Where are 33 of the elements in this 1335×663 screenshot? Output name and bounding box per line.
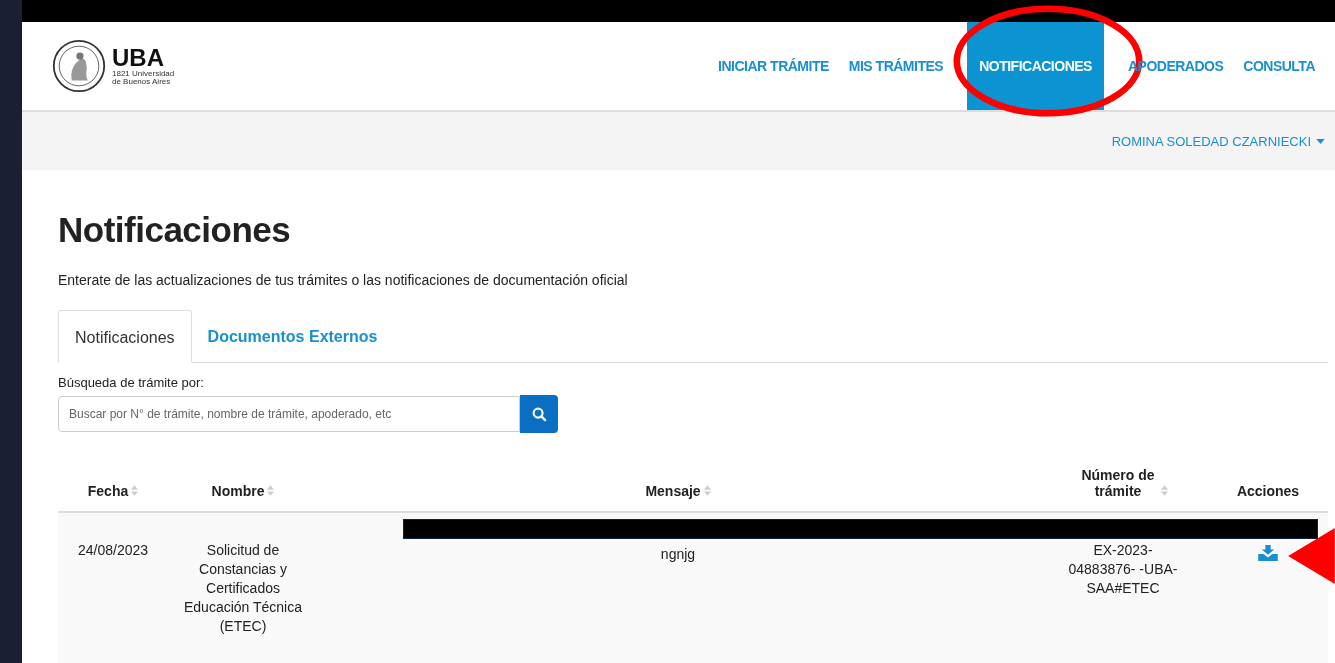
sort-icon[interactable]	[703, 485, 711, 496]
nav-link[interactable]: MIS TRÁMITES	[838, 22, 954, 110]
sort-icon[interactable]	[267, 485, 275, 496]
tab[interactable]: Documentos Externos	[191, 310, 394, 362]
search-icon	[531, 406, 547, 422]
table-cell-text: ngnjg	[660, 545, 696, 564]
page-description: Enterate de las actualizaciones de tus trámites o las notificaciones de documentación oficial	[58, 272, 629, 288]
table-cell-text: Solicitud de Constancias y Certificados Educación Técnica (ETEC)	[182, 541, 303, 636]
user-menu[interactable]: ROMINA SOLEDAD CZARNIECKI	[1111, 133, 1325, 149]
download-icon[interactable]	[1258, 545, 1278, 561]
column-header[interactable]: Nombre	[211, 483, 265, 499]
pointer-arrow	[1288, 528, 1335, 584]
column-header[interactable]: Mensaje	[645, 483, 701, 499]
caret-icon	[1316, 138, 1325, 144]
tab[interactable]: Notificaciones	[58, 310, 192, 363]
column-header[interactable]: Acciones	[1236, 483, 1300, 499]
nav-link[interactable]: NOTIFICACIONES	[967, 22, 1104, 110]
logo-subtitle: de Buenos Aires	[112, 78, 172, 86]
search-button[interactable]	[520, 395, 558, 433]
table-cell-text: 24/08/2023	[77, 541, 149, 560]
logo-subtitle: 1821 Universidad	[112, 70, 175, 78]
column-header[interactable]: Número de trámite	[1078, 467, 1158, 499]
logo-title: UBA	[112, 46, 165, 70]
sort-icon[interactable]	[1161, 485, 1168, 496]
nav-link[interactable]: CONSULTA	[1233, 22, 1325, 110]
sort-icon[interactable]	[131, 485, 139, 496]
search-label: Búsqueda de trámite por:	[58, 375, 205, 390]
search-field[interactable]: Buscar por N° de trámite, nombre de trámite, apoderado, etc	[58, 396, 520, 432]
table-cell-text: EX-2023-04883876- -UBA-SAA#ETEC	[1068, 541, 1178, 598]
nav-link[interactable]: INICIAR TRÁMITE	[708, 22, 839, 110]
column-header[interactable]: Fecha	[87, 483, 129, 499]
page-title: Notificaciones	[58, 209, 292, 251]
seal-icon	[52, 39, 106, 93]
